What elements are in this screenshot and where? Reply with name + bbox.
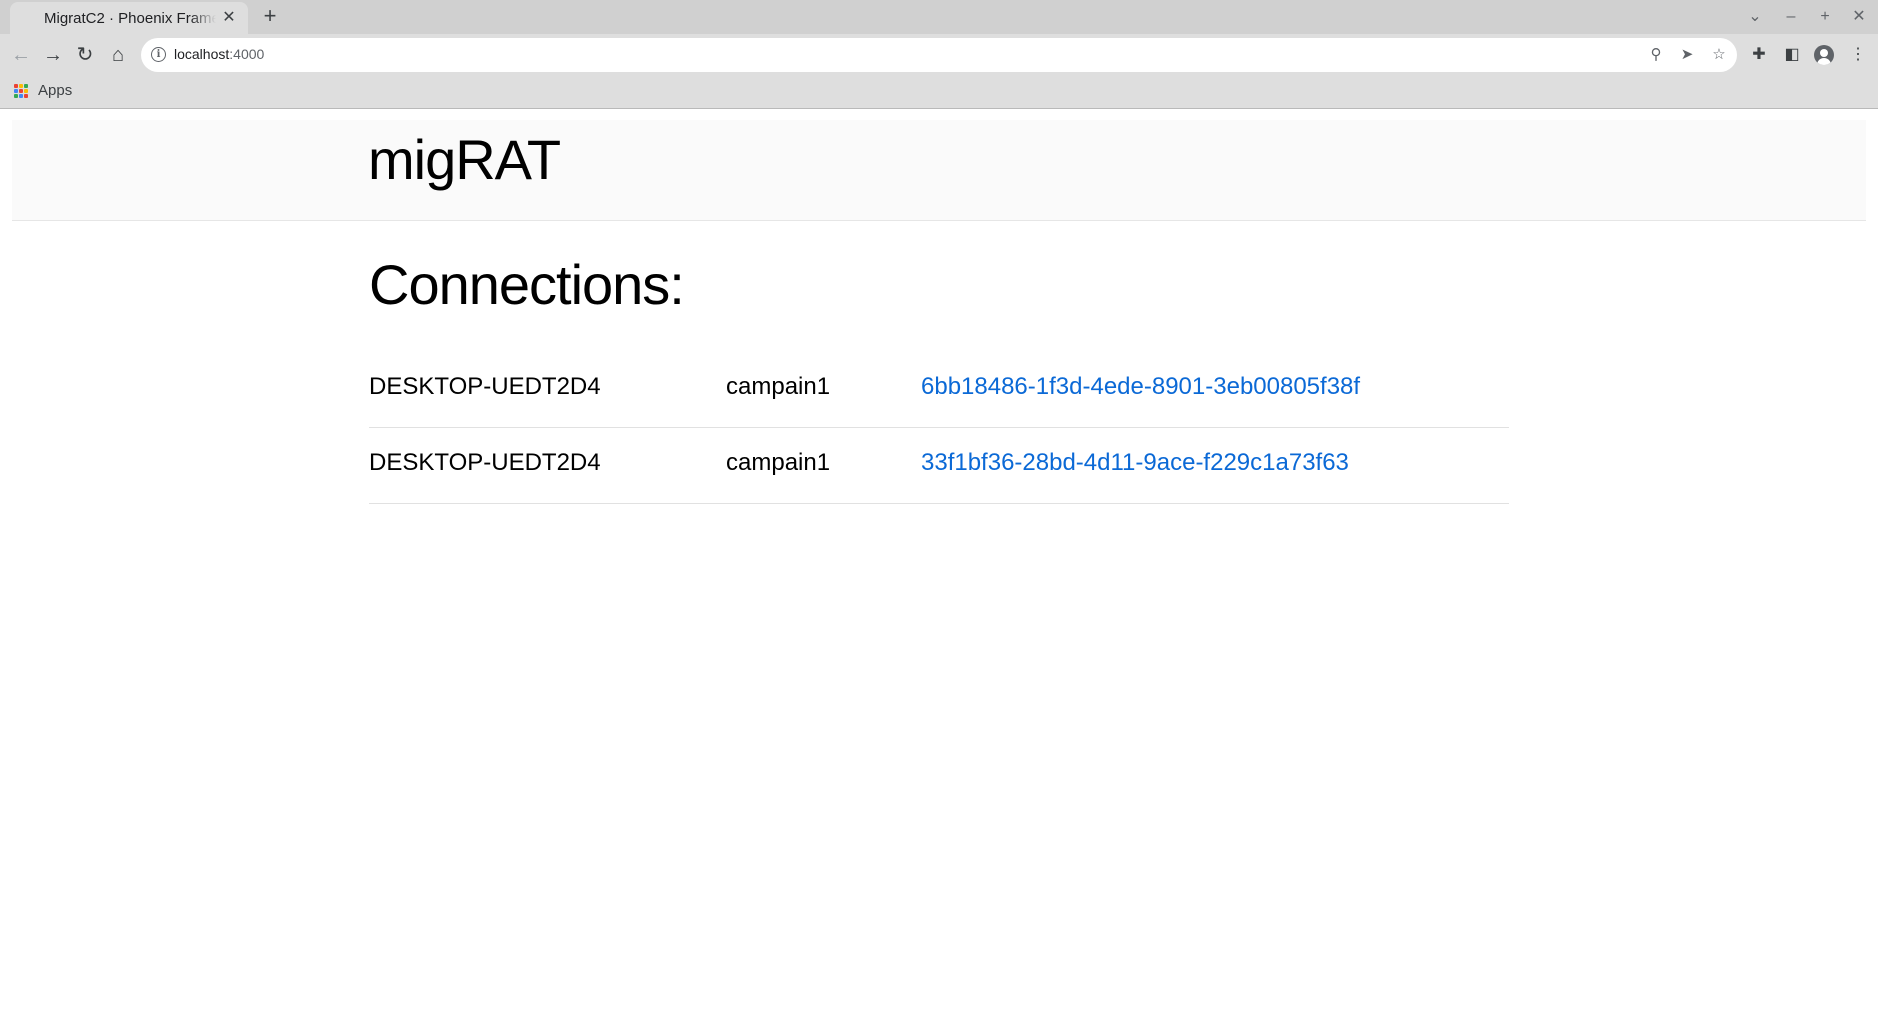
tab-strip: MigratC2 · Phoenix Framework ✕ + ⌄ – + ✕ [0, 0, 1878, 34]
profile-avatar-icon[interactable] [1814, 45, 1834, 65]
minimize-icon[interactable]: – [1778, 4, 1804, 30]
apps-label: Apps [38, 82, 73, 99]
reload-icon[interactable]: ↻ [71, 41, 99, 69]
connection-hostname: DESKTOP-UEDT2D4 [369, 373, 601, 400]
connection-id-link[interactable]: 6bb18486-1f3d-4ede-8901-3eb00805f38f [921, 352, 1360, 427]
page-title: Connections: [369, 253, 685, 316]
bookmark-star-icon[interactable]: ☆ [1708, 44, 1730, 66]
apps-grid-dot [14, 83, 18, 88]
browser-toolbar: ← → ↻ ⌂ i localhost:4000 ⚲ ➤ ☆ ✚ ◧ ⋮ [0, 34, 1878, 76]
window-close-icon[interactable]: ✕ [1846, 4, 1872, 30]
apps-grid-dot [24, 93, 28, 98]
home-icon[interactable]: ⌂ [104, 41, 132, 69]
extensions-icon[interactable]: ✚ [1747, 43, 1771, 67]
connection-id-link[interactable]: 33f1bf36-28bd-4d11-9ace-f229c1a73f63 [921, 428, 1349, 503]
back-icon[interactable]: ← [7, 41, 35, 69]
apps-grid-dot [19, 83, 23, 88]
browser-chrome: MigratC2 · Phoenix Framework ✕ + ⌄ – + ✕… [0, 0, 1878, 109]
forward-icon[interactable]: → [39, 41, 67, 69]
address-bar[interactable]: i localhost:4000 ⚲ ➤ ☆ [141, 38, 1737, 72]
tab-search-icon[interactable]: ⌄ [1742, 4, 1768, 30]
bookmark-apps[interactable]: Apps [14, 82, 72, 99]
app-header: migRAT [12, 120, 1866, 221]
apps-grid-icon [14, 83, 28, 98]
connection-row: DESKTOP-UEDT2D4 campain1 33f1bf36-28bd-4d1… [369, 428, 1509, 504]
url-text[interactable]: localhost:4000 [174, 46, 264, 62]
apps-grid-dot [14, 88, 18, 93]
url-host: localhost [174, 46, 230, 62]
connection-row: DESKTOP-UEDT2D4 campain1 6bb18486-1f3d-4ed… [369, 352, 1509, 428]
apps-grid-dot [24, 88, 28, 93]
site-info-icon[interactable]: i [151, 47, 166, 62]
bookmarks-bar: Apps [0, 76, 1878, 108]
new-tab-icon[interactable]: + [258, 5, 282, 29]
apps-grid-dot [24, 83, 28, 88]
side-panel-icon[interactable]: ◧ [1780, 43, 1804, 67]
browser-tab[interactable]: MigratC2 · Phoenix Framework ✕ [10, 2, 248, 34]
tab-title: MigratC2 · Phoenix Framework [44, 9, 216, 27]
apps-grid-dot [14, 93, 18, 98]
url-port: :4000 [229, 46, 265, 62]
maximize-icon[interactable]: + [1812, 4, 1838, 30]
close-icon[interactable]: ✕ [220, 9, 238, 27]
brand-title: migRAT [368, 128, 561, 191]
menu-icon[interactable]: ⋮ [1846, 43, 1870, 67]
zoom-icon[interactable]: ⚲ [1645, 44, 1667, 66]
connections-table: DESKTOP-UEDT2D4 campain1 6bb18486-1f3d-4ed… [369, 352, 1509, 504]
connection-hostname: DESKTOP-UEDT2D4 [369, 449, 601, 476]
apps-grid-dot [19, 93, 23, 98]
apps-grid-dot [19, 88, 23, 93]
send-icon[interactable]: ➤ [1676, 44, 1698, 66]
connection-campaign: campain1 [726, 449, 831, 476]
connection-campaign: campain1 [726, 373, 831, 400]
